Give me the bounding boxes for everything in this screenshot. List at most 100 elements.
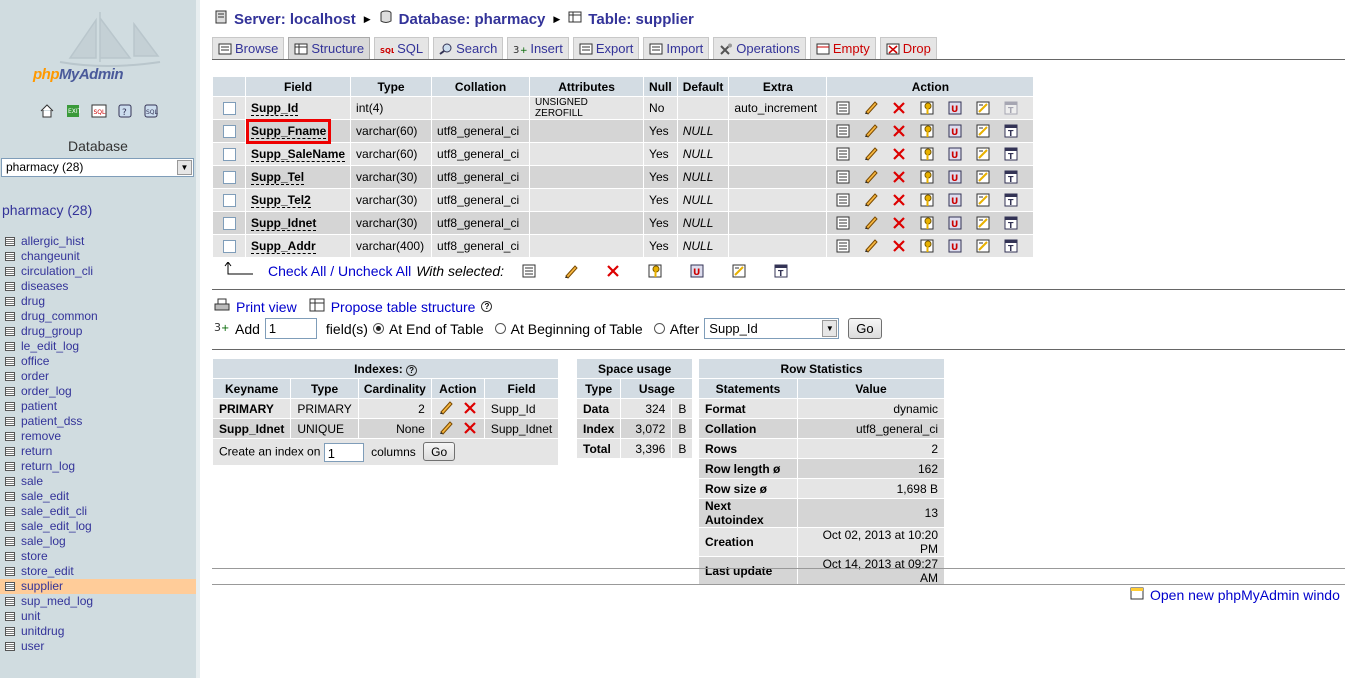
sidebar-table-item[interactable]: sup_med_log xyxy=(0,594,196,609)
unique-icon[interactable]: U xyxy=(947,238,963,254)
sidebar-table-link[interactable]: drug_group xyxy=(21,324,82,339)
at-beginning-radio[interactable] xyxy=(494,323,506,334)
create-index-go-button[interactable]: Go xyxy=(423,442,456,462)
open-new-window-link[interactable]: Open new phpMyAdmin windo xyxy=(1150,587,1340,603)
sidebar-table-link[interactable]: sup_med_log xyxy=(21,594,93,609)
unique-icon[interactable]: U xyxy=(947,192,963,208)
row-checkbox[interactable] xyxy=(222,217,236,231)
sidebar-table-link[interactable]: order xyxy=(21,369,49,384)
fulltext-icon[interactable]: T xyxy=(1003,146,1019,162)
sidebar-table-link[interactable]: store xyxy=(21,549,48,564)
unique-icon[interactable]: U xyxy=(947,123,963,139)
sidebar-table-link[interactable]: unit xyxy=(21,609,40,624)
primary-key-icon[interactable] xyxy=(919,169,935,185)
index-icon[interactable] xyxy=(975,100,991,116)
index-icon[interactable] xyxy=(975,169,991,185)
tab-structure[interactable]: Structure xyxy=(288,37,371,59)
at-end-radio[interactable] xyxy=(372,323,384,334)
edit-icon[interactable] xyxy=(863,191,879,207)
help-icon[interactable]: ? xyxy=(406,364,418,376)
fulltext-icon[interactable]: T xyxy=(1003,123,1019,139)
sidebar-table-link[interactable]: order_log xyxy=(21,384,72,399)
sidebar-table-link[interactable]: allergic_hist xyxy=(21,234,84,249)
sidebar-table-item[interactable]: return xyxy=(0,444,196,459)
sidebar-table-item[interactable]: sale_edit xyxy=(0,489,196,504)
sidebar-table-item[interactable]: drug_common xyxy=(0,309,196,324)
row-checkbox[interactable] xyxy=(222,171,236,185)
browse-distinct-icon[interactable] xyxy=(835,238,851,254)
phpmyadmin-logo[interactable]: phpMyAdmin xyxy=(30,10,170,90)
sidebar-table-item[interactable]: order xyxy=(0,369,196,384)
row-checkbox[interactable] xyxy=(222,148,236,162)
sidebar-table-link[interactable]: sale xyxy=(21,474,43,489)
sidebar-table-item[interactable]: drug_group xyxy=(0,324,196,339)
fulltext-icon[interactable]: T xyxy=(1003,169,1019,185)
sidebar-table-item[interactable]: unit xyxy=(0,609,196,624)
sidebar-table-item[interactable]: allergic_hist xyxy=(0,234,196,249)
after-radio[interactable] xyxy=(653,323,665,334)
sidebar-table-link[interactable]: remove xyxy=(21,429,61,444)
browse-distinct-icon[interactable] xyxy=(835,215,851,231)
drop-icon[interactable] xyxy=(462,420,478,436)
tab-import[interactable]: Import xyxy=(643,37,710,59)
tab-sql[interactable]: SQL SQL xyxy=(374,37,430,59)
uncheck-all-link[interactable]: Uncheck All xyxy=(338,263,411,279)
table-icon[interactable] xyxy=(5,597,15,606)
sidebar-table-link[interactable]: le_edit_log xyxy=(21,339,79,354)
sidebar-table-item[interactable]: supplier xyxy=(0,579,196,594)
sidebar-table-item[interactable]: diseases xyxy=(0,279,196,294)
table-icon[interactable] xyxy=(5,267,15,276)
sidebar-table-item[interactable]: changeunit xyxy=(0,249,196,264)
help-icon[interactable]: ? xyxy=(481,301,493,312)
sidebar-table-link[interactable]: sale_edit_cli xyxy=(21,504,87,519)
table-icon[interactable] xyxy=(5,462,15,471)
field-name[interactable]: Supp_Addr xyxy=(251,239,316,254)
primary-key-icon[interactable] xyxy=(919,192,935,208)
sidebar-table-link[interactable]: user xyxy=(21,639,44,654)
sidebar-table-item[interactable]: sale_edit_cli xyxy=(0,504,196,519)
sidebar-table-item[interactable]: remove xyxy=(0,429,196,444)
sidebar-table-link[interactable]: drug xyxy=(21,294,45,309)
with-selected-primary-key-icon[interactable] xyxy=(647,263,663,279)
table-icon[interactable] xyxy=(5,432,15,441)
sidebar-table-link[interactable]: circulation_cli xyxy=(21,264,93,279)
fulltext-icon[interactable]: T xyxy=(1003,238,1019,254)
primary-key-icon[interactable] xyxy=(919,100,935,116)
edit-icon[interactable] xyxy=(863,237,879,253)
with-selected-index-icon[interactable] xyxy=(731,263,747,279)
edit-icon[interactable] xyxy=(863,168,879,184)
tab-empty[interactable]: Empty xyxy=(809,37,876,59)
query-icon[interactable]: SQL xyxy=(142,103,160,119)
sidebar-table-item[interactable]: unitdrug xyxy=(0,624,196,639)
edit-icon[interactable] xyxy=(863,145,879,161)
sidebar-table-item[interactable]: office xyxy=(0,354,196,369)
sidebar-table-link[interactable]: office xyxy=(21,354,49,369)
unique-icon[interactable]: U xyxy=(947,215,963,231)
table-icon[interactable] xyxy=(5,402,15,411)
tab-browse[interactable]: Browse xyxy=(212,37,285,59)
tab-operations[interactable]: Operations xyxy=(713,37,806,59)
docs-icon[interactable]: ? xyxy=(116,103,134,119)
table-icon[interactable] xyxy=(5,507,15,516)
fulltext-icon[interactable]: T xyxy=(1003,192,1019,208)
breadcrumb-table[interactable]: Table: supplier xyxy=(588,11,694,28)
fulltext-icon[interactable]: T xyxy=(1003,100,1019,116)
primary-key-icon[interactable] xyxy=(919,123,935,139)
sidebar-table-link[interactable]: changeunit xyxy=(21,249,80,264)
browse-distinct-icon[interactable] xyxy=(835,100,851,116)
table-icon[interactable] xyxy=(5,237,15,246)
table-icon[interactable] xyxy=(5,372,15,381)
drop-icon[interactable] xyxy=(891,169,907,185)
sidebar-table-item[interactable]: circulation_cli xyxy=(0,264,196,279)
sidebar-table-link[interactable]: patient xyxy=(21,399,57,414)
edit-icon[interactable] xyxy=(438,399,454,415)
table-icon[interactable] xyxy=(5,447,15,456)
drop-icon[interactable] xyxy=(462,400,478,416)
index-icon[interactable] xyxy=(975,123,991,139)
with-selected-drop-icon[interactable] xyxy=(605,263,621,279)
drop-icon[interactable] xyxy=(891,123,907,139)
sidebar-table-link[interactable]: diseases xyxy=(21,279,68,294)
sidebar-table-item[interactable]: le_edit_log xyxy=(0,339,196,354)
drop-icon[interactable] xyxy=(891,215,907,231)
table-icon[interactable] xyxy=(5,297,15,306)
